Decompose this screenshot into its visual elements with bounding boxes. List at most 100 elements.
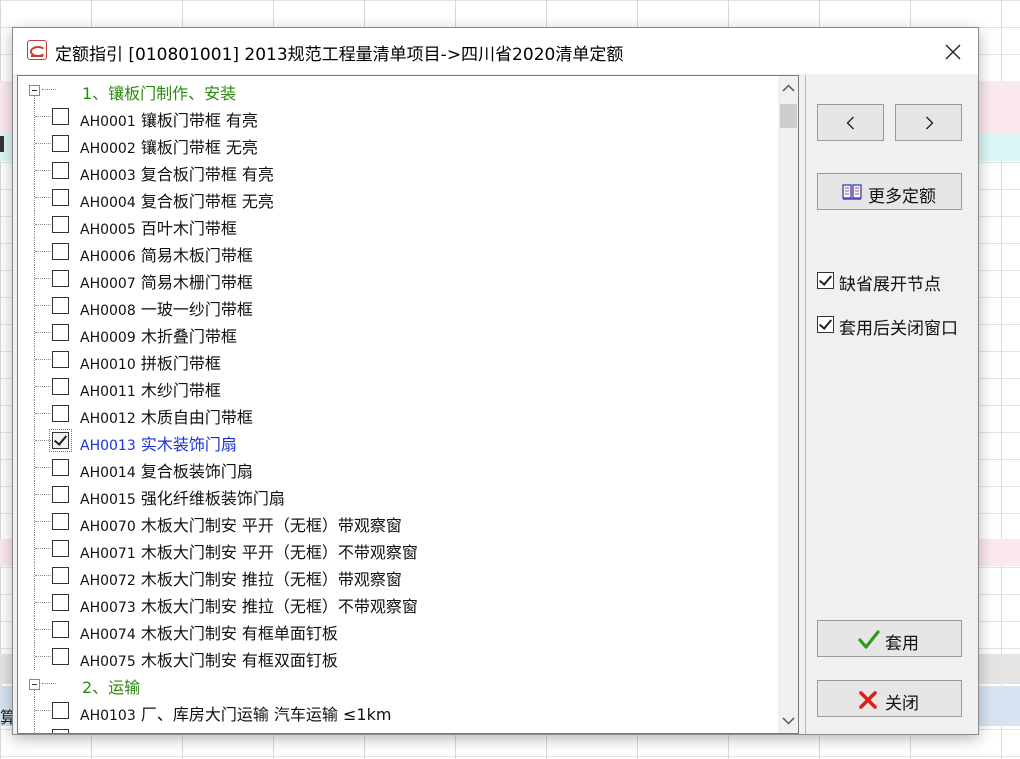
tree-quota-item[interactable]: AH0011 木纱门带框 (18, 373, 778, 400)
tree-group-node[interactable]: 1、镶板门制作、安装 (18, 76, 778, 103)
collapse-toggle-icon[interactable] (29, 679, 40, 690)
next-button[interactable] (895, 104, 962, 141)
quota-item-checkbox[interactable] (52, 108, 69, 125)
option-default-expand-checkbox[interactable] (817, 272, 834, 289)
chevron-right-icon (926, 116, 934, 130)
quota-item-checkbox[interactable] (52, 621, 69, 638)
option-default-expand[interactable]: 缺省展开节点 (817, 269, 977, 295)
quota-item-checkbox[interactable] (49, 429, 72, 452)
quota-name: 木板大门制安 有框双面钉板 (140, 651, 338, 670)
quota-item-label: AH0072 木板大门制安 推拉（无框）带观察窗 (80, 566, 402, 590)
tree-quota-item[interactable]: AH0005 百叶木门带框 (18, 211, 778, 238)
collapse-toggle-icon[interactable] (29, 85, 40, 96)
quota-code: AH0003 (80, 168, 136, 184)
tree-connector (35, 359, 51, 360)
quota-item-checkbox[interactable] (52, 297, 69, 314)
quota-code: AH0010 (80, 357, 136, 373)
dialog-title: 定额指引 [010801001] 2013规范工程量清单项目->四川省2020清… (55, 45, 624, 65)
quota-item-checkbox[interactable] (52, 729, 69, 733)
more-quota-label: 更多定额 (868, 187, 936, 207)
tree-connector (35, 494, 51, 495)
tree-connector (35, 575, 51, 576)
more-quota-button[interactable]: 更多定额 (817, 173, 962, 210)
option-close-after-apply[interactable]: 套用后关闭窗口 (817, 313, 977, 339)
quota-item-checkbox[interactable] (52, 459, 69, 476)
quota-item-checkbox[interactable] (52, 567, 69, 584)
side-panel: 更多定额 缺省展开节点 套用后关闭窗口 套用 关闭 (805, 75, 976, 734)
tree-quota-item[interactable]: AH0075 木板大门制安 有框双面钉板 (18, 643, 778, 670)
dialog-titlebar[interactable]: 定额指引 [010801001] 2013规范工程量清单项目->四川省2020清… (13, 28, 978, 74)
close-button[interactable] (931, 36, 975, 68)
quota-item-checkbox[interactable] (52, 405, 69, 422)
quota-name: 木质自由门带框 (140, 408, 253, 427)
tree-connector (35, 440, 51, 441)
quota-name: 简易木板门带框 (140, 246, 253, 265)
quota-item-checkbox[interactable] (52, 486, 69, 503)
scroll-up-button[interactable] (778, 78, 798, 99)
tree-group-node[interactable]: 2、运输 (18, 670, 778, 697)
quota-tree: 1、镶板门制作、安装 AH0001 镶板门带框 有亮 AH0002 镶板门带框 无亮… (18, 76, 778, 733)
quota-code: AH0006 (80, 249, 136, 265)
tree-quota-item[interactable]: AH0070 木板大门制安 平开（无框）带观察窗 (18, 508, 778, 535)
tree-quota-item[interactable]: AH0010 拼板门带框 (18, 346, 778, 373)
quota-name: 木板大门制安 平开（无框）带观察窗 (140, 516, 402, 535)
quota-name: 复合板装饰门扇 (140, 462, 253, 481)
background-cell-marker (0, 136, 4, 152)
tree-connector (35, 116, 51, 117)
quota-item-checkbox[interactable] (52, 594, 69, 611)
vertical-scrollbar[interactable] (778, 76, 798, 733)
quota-name: 拼板门带框 (140, 354, 221, 373)
tree-quota-item[interactable]: AH0013 实木装饰门扇 (18, 427, 778, 454)
tree-quota-item[interactable]: AH0002 镶板门带框 无亮 (18, 130, 778, 157)
previous-button[interactable] (817, 104, 884, 141)
quota-name: 实木装饰门扇 (140, 435, 237, 454)
apply-button[interactable]: 套用 (817, 620, 962, 657)
quota-item-checkbox[interactable] (52, 378, 69, 395)
tree-connector (35, 143, 51, 144)
quota-item-checkbox[interactable] (52, 270, 69, 287)
quota-name: 厂、库房大门运输 汽车运输 ≤1km (140, 705, 392, 724)
quota-item-checkbox[interactable] (52, 648, 69, 665)
tree-quota-item[interactable]: AH0008 一玻一纱门带框 (18, 292, 778, 319)
quota-item-checkbox[interactable] (52, 243, 69, 260)
tree-quota-item[interactable]: AH0071 木板大门制安 平开（无框）不带观察窗 (18, 535, 778, 562)
quota-code: AH0074 (80, 627, 136, 643)
option-close-after-apply-checkbox[interactable] (817, 316, 834, 333)
quota-item-checkbox[interactable] (52, 189, 69, 206)
red-x-icon (859, 691, 877, 709)
quota-guide-dialog: 定额指引 [010801001] 2013规范工程量清单项目->四川省2020清… (12, 27, 979, 735)
tree-quota-item[interactable]: AH0003 复合板门带框 有亮 (18, 157, 778, 184)
tree-quota-item[interactable]: AH0015 强化纤维板装饰门扇 (18, 481, 778, 508)
tree-quota-item[interactable]: AH0014 复合板装饰门扇 (18, 454, 778, 481)
tree-connector (35, 305, 51, 306)
scroll-down-button[interactable] (778, 710, 798, 731)
quota-item-checkbox[interactable] (52, 540, 69, 557)
tree-quota-item[interactable]: AH0012 木质自由门带框 (18, 400, 778, 427)
quota-tree-panel[interactable]: 1、镶板门制作、安装 AH0001 镶板门带框 有亮 AH0002 镶板门带框 无亮… (17, 75, 799, 734)
quota-item-checkbox[interactable] (52, 513, 69, 530)
tree-connector (35, 224, 51, 225)
tree-quota-item[interactable]: AH0009 木折叠门带框 (18, 319, 778, 346)
tree-quota-item[interactable]: AH0004 复合板门带框 无亮 (18, 184, 778, 211)
quota-code: AH0005 (80, 222, 136, 238)
tree-quota-item[interactable]: AH0074 木板大门制安 有框单面钉板 (18, 616, 778, 643)
tree-quota-item[interactable]: AH0072 木板大门制安 推拉（无框）带观察窗 (18, 562, 778, 589)
quota-item-checkbox[interactable] (52, 135, 69, 152)
tree-quota-item[interactable] (18, 724, 778, 733)
tree-quota-item[interactable]: AH0006 简易木板门带框 (18, 238, 778, 265)
tree-quota-item[interactable]: AH0001 镶板门带框 有亮 (18, 103, 778, 130)
close-dialog-button[interactable]: 关闭 (817, 680, 962, 717)
tree-quota-item[interactable]: AH0103 厂、库房大门运输 汽车运输 ≤1km (18, 697, 778, 724)
quota-item-checkbox[interactable] (52, 351, 69, 368)
quota-item-checkbox[interactable] (52, 162, 69, 179)
quota-item-checkbox[interactable] (52, 324, 69, 341)
quota-item-checkbox[interactable] (52, 216, 69, 233)
quota-code: AH0007 (80, 276, 136, 292)
quota-item-label: AH0075 木板大门制安 有框双面钉板 (80, 647, 338, 671)
tree-connector (35, 629, 51, 630)
quota-item-label: AH0103 厂、库房大门运输 汽车运输 ≤1km (80, 701, 391, 725)
tree-quota-item[interactable]: AH0007 简易木栅门带框 (18, 265, 778, 292)
tree-quota-item[interactable]: AH0073 木板大门制安 推拉（无框）不带观察窗 (18, 589, 778, 616)
scroll-thumb[interactable] (780, 104, 797, 128)
quota-item-checkbox[interactable] (52, 702, 69, 719)
